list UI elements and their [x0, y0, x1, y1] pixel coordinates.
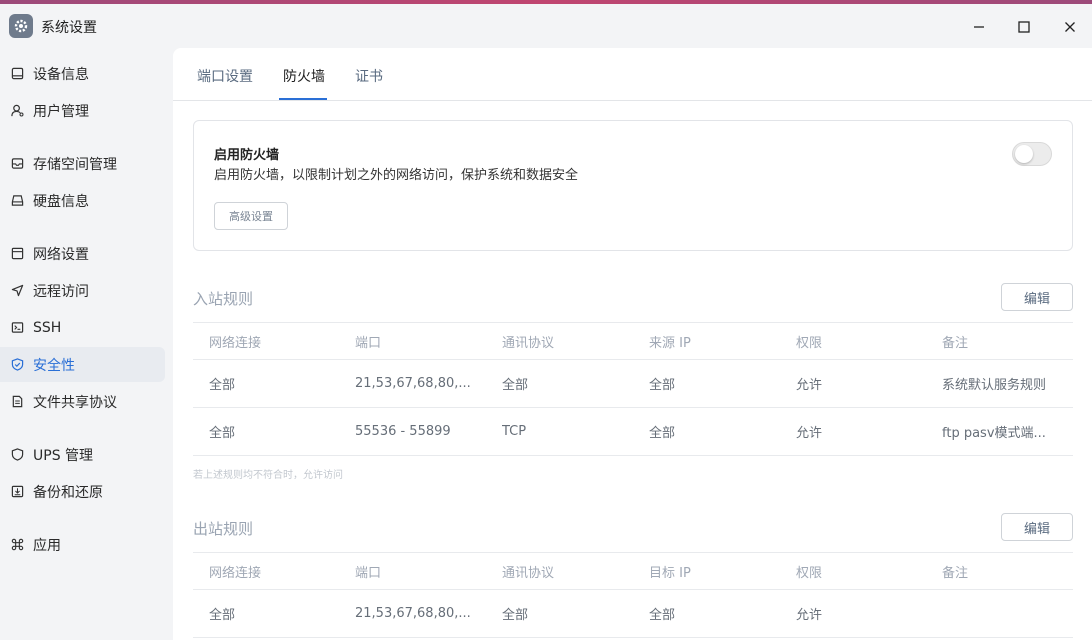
firewall-toggle[interactable] [1012, 142, 1052, 166]
column-header: 网络连接 [209, 565, 262, 581]
sidebar-item-file-sharing[interactable]: 文件共享协议 [0, 384, 165, 419]
firewall-card: 启用防火墙 启用防火墙，以限制计划之外的网络访问，保护系统和数据安全 高级设置 [193, 120, 1073, 251]
disk-icon [10, 194, 24, 208]
table-cell: TCP [502, 424, 527, 439]
table-row[interactable]: 全部 21,53,67,68,80,... 全部 全部 允许 系统默认服务规则 [193, 360, 1073, 408]
sidebar-item-ssh[interactable]: SSH [0, 310, 165, 345]
sidebar-item-label: 远程访问 [33, 283, 89, 300]
column-header: 端口 [355, 565, 382, 581]
sidebar-item-label: 硬盘信息 [33, 193, 89, 210]
sidebar-item-apps[interactable]: 应用 [0, 527, 165, 562]
sidebar-item-disk-info[interactable]: 硬盘信息 [0, 183, 165, 218]
column-header: 权限 [796, 335, 823, 351]
device-icon [10, 67, 24, 81]
sidebar-item-label: 应用 [33, 537, 61, 554]
sidebar-item-backup[interactable]: 备份和还原 [0, 474, 165, 509]
sidebar-item-label: 设备信息 [33, 66, 89, 83]
table-cell: 21,53,67,68,80,... [355, 606, 471, 621]
inbound-rules-title: 入站规则 [193, 290, 254, 308]
column-header: 备注 [942, 335, 969, 351]
tab-port-settings[interactable]: 端口设置 [197, 66, 253, 86]
settings-gear-icon [9, 14, 33, 38]
table-cell [942, 590, 1067, 637]
file-icon [10, 395, 24, 409]
sidebar-item-label: 文件共享协议 [33, 394, 117, 411]
table-header: 网络连接 端口 通讯协议 目标 IP 权限 备注 [193, 552, 1073, 590]
inbound-edit-button[interactable]: 编辑 [1001, 283, 1073, 311]
table-cell: ftp pasv模式端... [942, 426, 1046, 441]
table-cell: 允许 [796, 426, 823, 441]
sidebar-item-label: 网络设置 [33, 246, 89, 263]
table-cell: 系统默认服务规则 [942, 378, 1047, 393]
table-cell: 允许 [796, 378, 823, 393]
firewall-title: 启用防火墙 [214, 148, 280, 163]
outbound-rules-title: 出站规则 [193, 520, 254, 538]
table-cell: 全部 [649, 378, 676, 393]
sidebar-item-label: 用户管理 [33, 103, 89, 120]
tab-certificate[interactable]: 证书 [355, 66, 383, 86]
table-cell: 全部 [209, 608, 236, 623]
user-icon [10, 104, 24, 118]
toggle-knob [1015, 145, 1033, 163]
sidebar-item-label: UPS 管理 [33, 447, 94, 464]
sidebar-item-user-management[interactable]: 用户管理 [0, 93, 165, 128]
column-header: 通讯协议 [502, 565, 555, 581]
table-cell: 21,53,67,68,80,... [355, 376, 471, 391]
table-cell: 全部 [502, 608, 529, 623]
storage-icon [10, 157, 24, 171]
table-cell: 全部 [649, 426, 676, 441]
sidebar-item-network[interactable]: 网络设置 [0, 236, 165, 271]
tab-firewall[interactable]: 防火墙 [283, 66, 325, 86]
table-cell: 55536 - 55899 [355, 424, 451, 439]
sidebar-item-ups[interactable]: UPS 管理 [0, 437, 165, 472]
main-panel: 端口设置 防火墙 证书 启用防火墙 启用防火墙，以限制计划之外的网络访问，保护系… [173, 48, 1092, 640]
close-button[interactable] [1057, 14, 1083, 40]
column-header: 网络连接 [209, 335, 262, 351]
table-cell: 全部 [502, 378, 529, 393]
send-icon [10, 284, 24, 298]
table-cell: 全部 [209, 378, 236, 393]
advanced-settings-button[interactable]: 高级设置 [214, 202, 288, 230]
ups-shield-icon [10, 448, 24, 462]
shield-icon [10, 358, 24, 372]
sidebar-item-label: SSH [33, 319, 62, 336]
column-header: 备注 [942, 565, 969, 581]
sidebar-item-label: 安全性 [33, 357, 75, 374]
sidebar-item-device-info[interactable]: 设备信息 [0, 56, 165, 91]
table-cell: 全部 [209, 426, 236, 441]
sidebar-item-security[interactable]: 安全性 [0, 347, 165, 382]
column-header: 目标 IP [649, 565, 691, 581]
table-row[interactable]: 全部 55536 - 55899 TCP 全部 允许 ftp pasv模式端..… [193, 408, 1073, 456]
minimize-button[interactable] [966, 14, 992, 40]
sidebar: 设备信息 用户管理 存储空间管理 硬盘信息 网络设置 远程访问 SSH 安全性 … [0, 48, 172, 640]
column-header: 权限 [796, 565, 823, 581]
tab-bar: 端口设置 防火墙 证书 [173, 48, 1092, 101]
column-header: 通讯协议 [502, 335, 555, 351]
column-header: 端口 [355, 335, 382, 351]
titlebar: 系统设置 [0, 4, 1092, 48]
maximize-button[interactable] [1011, 14, 1037, 40]
sidebar-item-storage[interactable]: 存储空间管理 [0, 146, 165, 181]
inbound-default-note: 若上述规则均不符合时，允许访问 [193, 470, 343, 481]
sidebar-item-remote-access[interactable]: 远程访问 [0, 273, 165, 308]
sidebar-item-label: 备份和还原 [33, 484, 103, 501]
outbound-rules-table: 网络连接 端口 通讯协议 目标 IP 权限 备注 全部 21,53,67,68,… [193, 552, 1073, 638]
table-cell: 全部 [649, 608, 676, 623]
outbound-edit-button[interactable]: 编辑 [1001, 513, 1073, 541]
window-title: 系统设置 [41, 20, 97, 36]
table-cell: 允许 [796, 608, 823, 623]
table-row[interactable]: 全部 21,53,67,68,80,... 全部 全部 允许 [193, 590, 1073, 638]
backup-icon [10, 485, 24, 499]
apps-icon [10, 538, 24, 552]
active-tab-indicator [279, 98, 327, 100]
inbound-rules-table: 网络连接 端口 通讯协议 来源 IP 权限 备注 全部 21,53,67,68,… [193, 322, 1073, 456]
terminal-icon [10, 321, 24, 335]
table-header: 网络连接 端口 通讯协议 来源 IP 权限 备注 [193, 322, 1073, 360]
sidebar-item-label: 存储空间管理 [33, 156, 117, 173]
network-icon [10, 247, 24, 261]
column-header: 来源 IP [649, 335, 691, 351]
firewall-description: 启用防火墙，以限制计划之外的网络访问，保护系统和数据安全 [214, 168, 579, 183]
